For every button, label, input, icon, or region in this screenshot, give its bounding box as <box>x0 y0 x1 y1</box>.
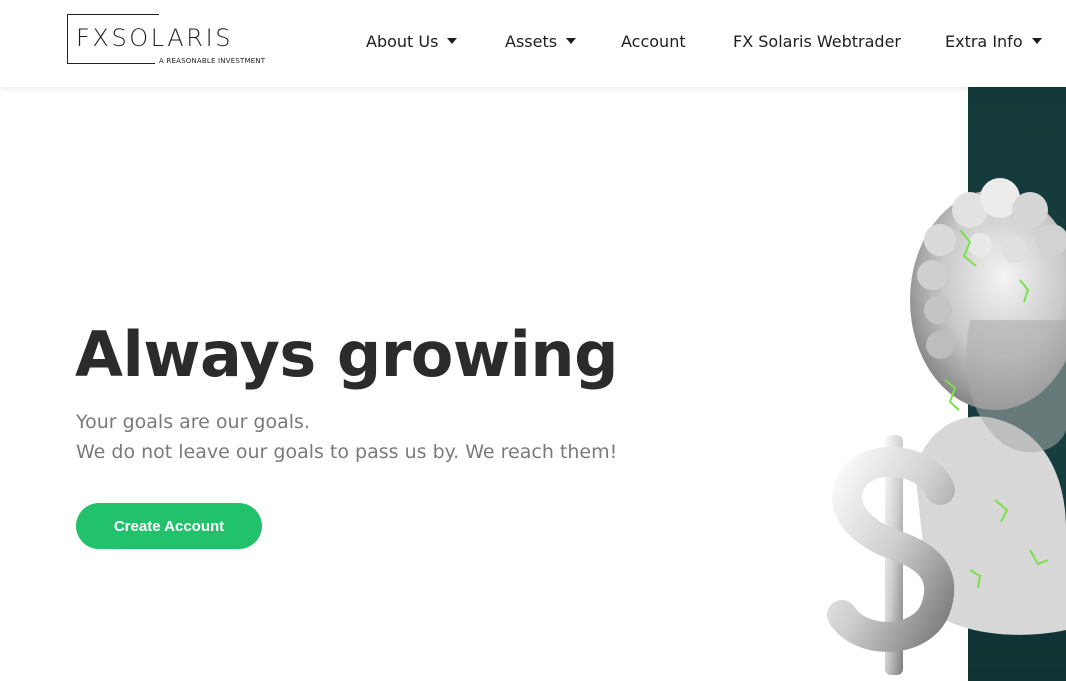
caret-down-icon <box>447 38 458 44</box>
nav-item-label: Extra Info <box>945 31 1023 51</box>
hero-title: Always growing <box>75 318 618 391</box>
nav-item-extra-info[interactable]: Extra Info <box>945 30 1042 52</box>
nav-item-label: Account <box>621 31 686 51</box>
nav-item-label: About Us <box>366 31 439 51</box>
nav-item-label: FX Solaris Webtrader <box>733 31 902 51</box>
hero-subtitle-line-2: We do not leave our goals to pass us by.… <box>76 441 618 463</box>
nav-item-assets[interactable]: Assets <box>505 30 577 52</box>
statue-dollar-image <box>820 170 1066 681</box>
hero-subtitle-line-1: Your goals are our goals. <box>76 411 310 433</box>
site-header: FXSOLARIS A REASONABLE INVESTMENT About … <box>0 0 1066 87</box>
nav-item-webtrader[interactable]: FX Solaris Webtrader <box>733 30 901 52</box>
nav-item-label: Assets <box>505 31 558 51</box>
statue-illustration <box>827 178 1066 675</box>
caret-down-icon <box>1031 38 1042 44</box>
caret-down-icon <box>566 38 577 44</box>
create-account-button[interactable]: Create Account <box>76 503 262 549</box>
main-navigation: About Us Assets Account FX Solaris Webtr… <box>0 0 1066 87</box>
nav-item-about-us[interactable]: About Us <box>366 30 458 52</box>
nav-item-account[interactable]: Account <box>621 30 686 52</box>
